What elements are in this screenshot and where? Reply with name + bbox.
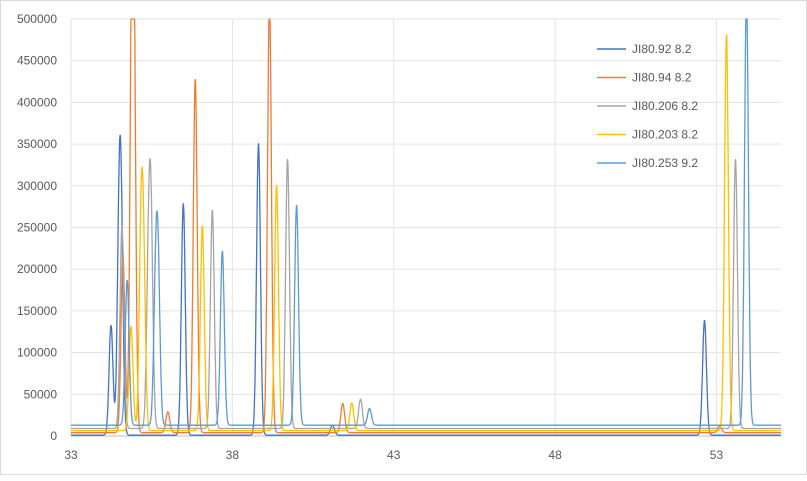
series-line-3 xyxy=(71,34,781,432)
y-axis-ticks: 0 50000 100000 150000 200000 250000 300000 3500… xyxy=(17,12,57,443)
y-tick-label: 200000 xyxy=(17,262,57,276)
chromatogram-chart: 0 50000 100000 150000 200000 250000 300000 3500… xyxy=(0,0,807,475)
legend-label: JI80.92 8.2 xyxy=(632,42,692,56)
series-line-2 xyxy=(71,158,781,430)
y-tick-label: 250000 xyxy=(17,221,57,235)
x-tick-label: 38 xyxy=(226,448,240,462)
y-tick-label: 350000 xyxy=(17,137,57,151)
chart-svg: 0 50000 100000 150000 200000 250000 300000 3500… xyxy=(17,12,781,462)
y-tick-label: 0 xyxy=(50,429,57,443)
x-axis-ticks: 33 38 43 48 53 xyxy=(64,448,723,462)
x-tick-label: 33 xyxy=(64,448,78,462)
legend-label: JI80.253 9.2 xyxy=(632,156,698,170)
y-tick-label: 150000 xyxy=(17,304,57,318)
series-line-0 xyxy=(71,134,781,436)
x-tick-label: 48 xyxy=(548,448,562,462)
x-tick-label: 43 xyxy=(387,448,401,462)
y-tick-label: 450000 xyxy=(17,54,57,68)
y-tick-label: 500000 xyxy=(17,12,57,26)
y-tick-label: 50000 xyxy=(24,387,58,401)
legend-label: JI80.94 8.2 xyxy=(632,71,692,85)
legend-label: JI80.203 8.2 xyxy=(632,128,698,142)
x-tick-label: 53 xyxy=(710,448,724,462)
y-tick-label: 100000 xyxy=(17,346,57,360)
y-tick-label: 300000 xyxy=(17,179,57,193)
y-tick-label: 400000 xyxy=(17,95,57,109)
legend-label: JI80.206 8.2 xyxy=(632,99,698,113)
